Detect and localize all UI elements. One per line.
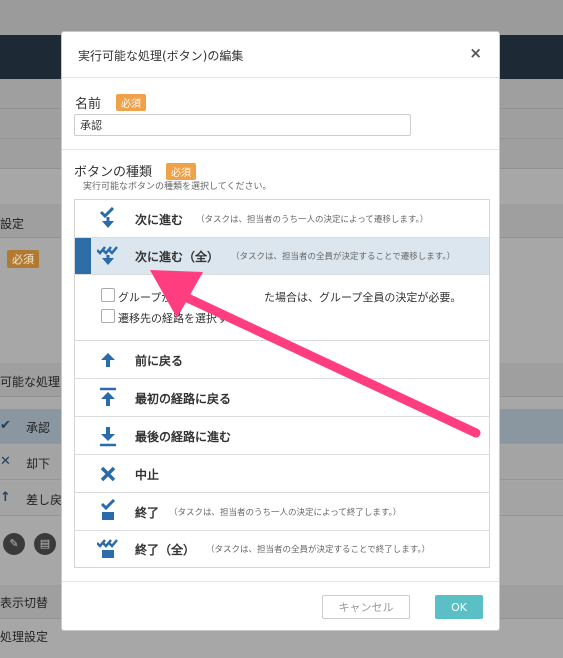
cross-icon [100,466,116,482]
ok-button[interactable]: OK [435,595,483,619]
group-decision-label: グループが [118,291,173,304]
type-option-label: 最後の経路に進む [135,430,232,444]
type-option-go-to-last[interactable]: 最後の経路に進む [75,417,489,455]
type-option-finish-all[interactable]: 終了（全） （タスクは、担当者の全員が決定することで終了します。） [75,531,489,568]
selected-indicator [75,238,91,274]
type-option-label: 前に戻る [135,354,184,368]
cancel-button[interactable]: キャンセル [322,595,410,619]
dialog-title: 実行可能な処理(ボタン)の編集 [78,49,244,63]
type-option-next-all[interactable]: 次に進む（全） （タスクは、担当者の全員が決定することで遷移します。） [75,238,489,275]
type-option-back[interactable]: 前に戻る [75,341,489,379]
type-option-desc: （タスクは、担当者のうち一人の決定によって遷移します。） [196,215,429,225]
bg-required-badge: 必須 [7,250,39,268]
double-check-finish-icon [97,539,118,558]
double-check-down-icon [97,246,118,265]
check-down-icon [99,207,115,228]
type-option-abort[interactable]: 中止 [75,455,489,493]
route-select-label: 遷移先の経路を選択す [118,312,228,325]
type-hint: 実行可能なボタンの種類を選択してください。 [83,182,272,192]
type-option-label: 次に進む（全） [135,250,220,264]
type-option-label: 終了 [135,506,160,520]
trash-icon[interactable]: ▤ [34,533,56,555]
bg-section-setting-label: 設定 [0,217,25,231]
name-input[interactable] [74,114,411,136]
check-finish-icon [100,499,116,520]
arrow-up-icon: ↑ [0,490,11,505]
name-label: 名前 [75,97,102,112]
check-icon: ✔ [0,418,11,433]
dialog-footer-divider [62,581,499,582]
type-option-finish[interactable]: 終了 （タスクは、担当者のうち一人の決定によって終了します。） [75,493,489,531]
group-decision-label-rest: た場合は、グループ全員の決定が必要。 [264,291,462,304]
close-icon[interactable]: × [469,44,482,62]
arrow-up-icon [101,353,115,367]
next-all-options: グループが た場合は、グループ全員の決定が必要。 遷移先の経路を選択す [75,275,489,341]
checkbox[interactable] [101,309,115,323]
type-option-desc: （タスクは、担当者の全員が決定することで遷移します。） [231,252,456,262]
bg-display-toggle-label: 表示切替 [0,596,49,610]
type-option-back-to-first[interactable]: 最初の経路に戻る [75,379,489,417]
dialog-header: 実行可能な処理(ボタン)の編集 × [62,32,499,78]
type-option-desc: （タスクは、担当者の全員が決定することで終了します。） [206,545,431,555]
bg-process-setting-label: 処理設定 [0,630,49,644]
type-label: ボタンの種類 [74,165,153,180]
app-header [0,0,563,35]
edit-icon[interactable]: ✎ [3,533,25,555]
arrow-down-to-bottom-icon [100,427,116,447]
button-type-list: 次に進む （タスクは、担当者のうち一人の決定によって遷移します。） 次に進む（全… [74,199,490,568]
cross-icon: ✕ [0,454,11,469]
type-option-label: 最初の経路に戻る [135,392,232,406]
type-option-label: 終了（全） [135,543,196,557]
checkbox[interactable] [101,288,115,302]
bg-row-label: 差し戻 [26,493,63,507]
type-option-desc: （タスクは、担当者のうち一人の決定によって終了します。） [169,508,402,518]
type-option-next[interactable]: 次に進む （タスクは、担当者のうち一人の決定によって遷移します。） [75,200,489,238]
type-option-label: 次に進む [135,213,184,227]
bg-row-label: 却下 [26,457,51,471]
type-required-badge: 必須 [166,163,196,180]
edit-button-dialog: 実行可能な処理(ボタン)の編集 × 名前 必須 ボタンの種類 必須 実行可能なボ… [61,31,500,631]
name-required-badge: 必須 [116,94,146,111]
arrow-up-to-top-icon [100,387,116,406]
section-divider [62,149,499,150]
type-option-label: 中止 [135,468,160,482]
bg-row-label: 承認 [26,421,51,435]
